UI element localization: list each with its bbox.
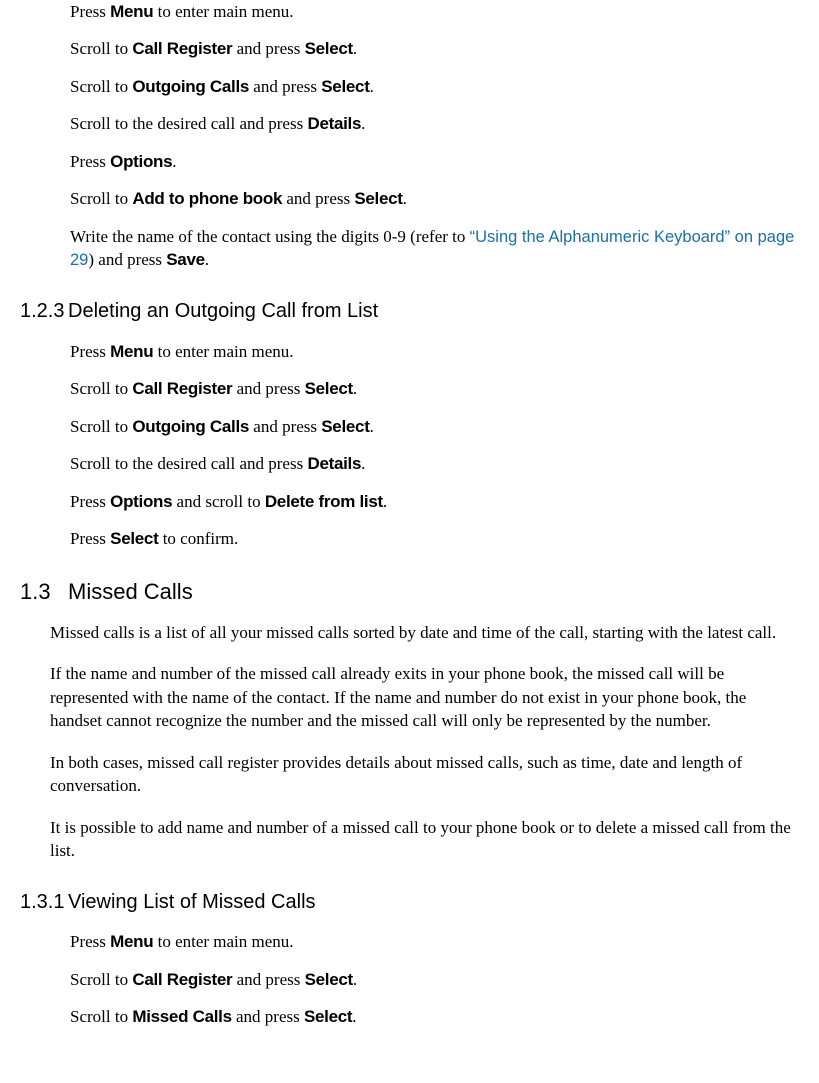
step-text: and press <box>232 39 304 58</box>
ui-keyword: Call Register <box>132 39 232 58</box>
step-text: Press <box>70 2 110 21</box>
ui-keyword: Save <box>166 250 205 269</box>
step-text: to enter main menu. <box>153 342 293 361</box>
step-text: and press <box>232 379 304 398</box>
step-text: Scroll to the desired call and press <box>70 114 307 133</box>
ui-keyword: Options <box>110 492 172 511</box>
step-text: Write the name of the contact using the … <box>70 227 470 246</box>
ui-keyword: Menu <box>110 932 153 951</box>
ui-keyword: Call Register <box>132 970 232 989</box>
step-text: Press <box>70 342 110 361</box>
heading-1-3: 1.3Missed Calls <box>20 577 799 607</box>
step-text: . <box>403 189 407 208</box>
step-line: Scroll to Add to phone book and press Se… <box>70 187 799 210</box>
step-text: to confirm. <box>158 529 238 548</box>
step-line: Scroll to Outgoing Calls and press Selec… <box>70 75 799 98</box>
ui-keyword: Select <box>354 189 402 208</box>
ui-keyword: Select <box>305 379 353 398</box>
heading-title: Missed Calls <box>68 579 193 604</box>
step-text: . <box>353 39 357 58</box>
step-line: Press Menu to enter main menu. <box>70 340 799 363</box>
step-line: Press Menu to enter main menu. <box>70 930 799 953</box>
paragraph: In both cases, missed call register prov… <box>50 751 799 798</box>
paragraph: It is possible to add name and number of… <box>50 816 799 863</box>
step-text: and press <box>232 1007 304 1026</box>
step-line: Scroll to the desired call and press Det… <box>70 452 799 475</box>
step-line: Press Options. <box>70 150 799 173</box>
step-text: and press <box>232 970 304 989</box>
step-line: Scroll to Call Register and press Select… <box>70 37 799 60</box>
ui-keyword: Delete from list <box>265 492 383 511</box>
ui-keyword: Missed Calls <box>132 1007 231 1026</box>
step-text: . <box>361 114 365 133</box>
heading-number: 1.2.3 <box>20 298 68 326</box>
ui-keyword: Outgoing Calls <box>132 417 249 436</box>
heading-number: 1.3 <box>20 577 68 607</box>
ui-keyword: Add to phone book <box>132 189 282 208</box>
ui-keyword: Details <box>307 114 361 133</box>
step-text: Scroll to <box>70 379 132 398</box>
step-text: and press <box>249 77 321 96</box>
step-text: Scroll to <box>70 417 132 436</box>
ui-keyword: Select <box>110 529 158 548</box>
ui-keyword: Select <box>304 1007 352 1026</box>
step-line: Scroll to Missed Calls and press Select. <box>70 1005 799 1028</box>
step-line: Press Select to confirm. <box>70 527 799 550</box>
step-text: Scroll to <box>70 39 132 58</box>
step-text: Scroll to <box>70 189 132 208</box>
ui-keyword: Select <box>321 417 369 436</box>
heading-title: Viewing List of Missed Calls <box>68 891 316 913</box>
paragraph: Missed calls is a list of all your misse… <box>50 621 799 644</box>
step-text: . <box>353 379 357 398</box>
step-line: Scroll to Call Register and press Select… <box>70 377 799 400</box>
step-text: Scroll to the desired call and press <box>70 454 307 473</box>
step-text: . <box>370 77 374 96</box>
step-text: ) and press <box>88 250 166 269</box>
step-line: Scroll to Outgoing Calls and press Selec… <box>70 415 799 438</box>
step-text: . <box>361 454 365 473</box>
heading-title: Deleting an Outgoing Call from List <box>68 300 378 322</box>
step-line: Scroll to Call Register and press Select… <box>70 968 799 991</box>
step-text: . <box>205 250 209 269</box>
step-text: Scroll to <box>70 1007 132 1026</box>
ui-keyword: Menu <box>110 342 153 361</box>
ui-keyword: Select <box>305 39 353 58</box>
step-text: and scroll to <box>172 492 265 511</box>
step-text: to enter main menu. <box>153 932 293 951</box>
heading-1-3-1: 1.3.1Viewing List of Missed Calls <box>20 889 799 917</box>
ui-keyword: Call Register <box>132 379 232 398</box>
step-text: . <box>172 152 176 171</box>
step-line: Scroll to the desired call and press Det… <box>70 112 799 135</box>
step-text: and press <box>249 417 321 436</box>
heading-1-2-3: 1.2.3Deleting an Outgoing Call from List <box>20 298 799 326</box>
step-line: Press Options and scroll to Delete from … <box>70 490 799 513</box>
step-text: Press <box>70 152 110 171</box>
ui-keyword: Details <box>307 454 361 473</box>
step-line: Write the name of the contact using the … <box>70 225 799 273</box>
step-text: Press <box>70 932 110 951</box>
step-line: Press Menu to enter main menu. <box>70 0 799 23</box>
step-text: . <box>383 492 387 511</box>
ui-keyword: Select <box>305 970 353 989</box>
ui-keyword: Options <box>110 152 172 171</box>
step-text: Press <box>70 492 110 511</box>
ui-keyword: Select <box>321 77 369 96</box>
step-text: and press <box>282 189 354 208</box>
ui-keyword: Outgoing Calls <box>132 77 249 96</box>
ui-keyword: Menu <box>110 2 153 21</box>
paragraph: If the name and number of the missed cal… <box>50 662 799 732</box>
step-text: . <box>353 970 357 989</box>
step-text: . <box>352 1007 356 1026</box>
heading-number: 1.3.1 <box>20 889 68 917</box>
step-text: Scroll to <box>70 77 132 96</box>
step-text: Scroll to <box>70 970 132 989</box>
step-text: Press <box>70 529 110 548</box>
step-text: . <box>370 417 374 436</box>
step-text: to enter main menu. <box>153 2 293 21</box>
